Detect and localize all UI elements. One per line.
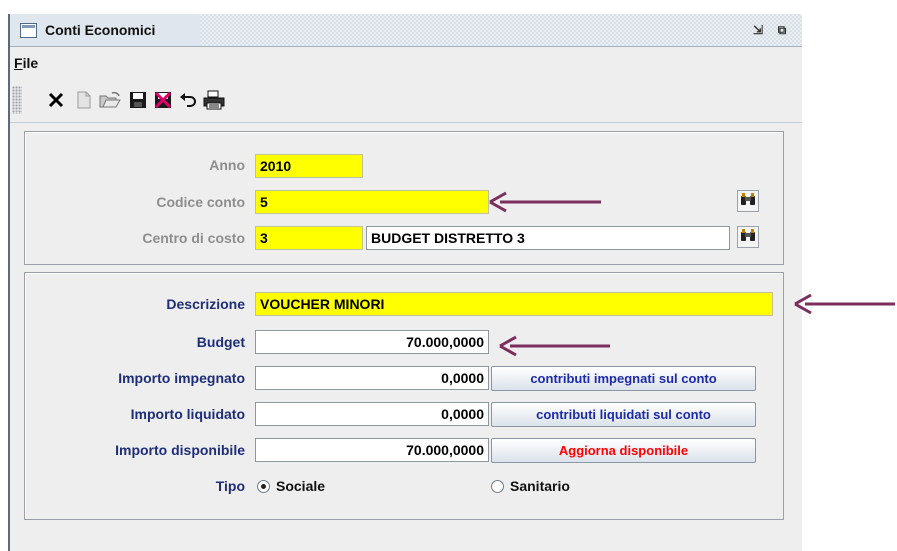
tipo-sociale-label[interactable]: Sociale <box>276 478 325 494</box>
new-document-icon[interactable] <box>72 88 96 112</box>
budget-field[interactable]: 70.000,0000 <box>255 330 489 354</box>
binoculars-icon <box>740 193 756 209</box>
window-icon <box>20 23 37 38</box>
descrizione-label: Descrizione <box>166 296 245 312</box>
aggiorna-disponibile-button[interactable]: Aggiorna disponibile <box>491 438 756 463</box>
annotation-arrow-descrizione <box>794 293 895 315</box>
save-icon[interactable] <box>126 88 150 112</box>
delete-icon[interactable] <box>151 88 175 112</box>
window-title: Conti Economici <box>45 22 156 38</box>
toolbar-grip[interactable] <box>12 86 22 114</box>
search-centro-costo-button[interactable] <box>737 226 759 248</box>
tipo-label: Tipo <box>215 478 245 494</box>
close-x-icon[interactable] <box>44 88 68 112</box>
toolbar <box>10 80 315 120</box>
search-codice-conto-button[interactable] <box>737 190 759 212</box>
centro-costo-label: Centro di costo <box>142 230 245 246</box>
importo-impegnato-field[interactable]: 0,0000 <box>255 366 489 390</box>
print-icon[interactable] <box>202 88 226 112</box>
tipo-sanitario-label[interactable]: Sanitario <box>510 478 570 494</box>
undo-icon[interactable] <box>176 88 200 112</box>
anno-field[interactable]: 2010 <box>255 154 363 178</box>
menu-bar: File <box>10 47 802 77</box>
importo-disponibile-field[interactable]: 70.000,0000 <box>255 438 489 462</box>
centro-costo-description-field[interactable]: BUDGET DISTRETTO 3 <box>366 226 730 250</box>
menu-file-mnemonic: F <box>14 55 23 71</box>
menu-file[interactable]: File <box>14 55 38 71</box>
importo-liquidato-label: Importo liquidato <box>130 406 245 422</box>
binoculars-icon <box>740 229 756 245</box>
centro-costo-code-field[interactable]: 3 <box>255 226 363 250</box>
contributi-impegnati-button[interactable]: contributi impegnati sul conto <box>491 366 756 391</box>
budget-label: Budget <box>196 334 245 350</box>
open-folder-icon[interactable] <box>98 88 122 112</box>
conti-economici-window: Conti Economici ⇲ ⧉ File Anno 2010 Codic… <box>8 14 802 551</box>
anno-label: Anno <box>209 157 245 173</box>
contributi-liquidati-button[interactable]: contributi liquidati sul conto <box>491 402 756 427</box>
menu-file-label: ile <box>22 55 39 71</box>
importo-impegnato-label: Importo impegnato <box>118 370 245 386</box>
detail-panel: Descrizione VOUCHER MINORI Budget 70.000… <box>24 272 784 520</box>
codice-conto-label: Codice conto <box>156 194 245 210</box>
descrizione-field[interactable]: VOUCHER MINORI <box>255 292 773 316</box>
title-bar[interactable]: Conti Economici ⇲ ⧉ <box>10 14 802 47</box>
importo-liquidato-field[interactable]: 0,0000 <box>255 402 489 426</box>
importo-disponibile-label: Importo disponibile <box>115 442 245 458</box>
codice-conto-field[interactable]: 5 <box>255 190 489 214</box>
toolbar-separator <box>10 122 802 123</box>
header-panel: Anno 2010 Codice conto 5 Centro di costo… <box>24 131 784 265</box>
annotation-arrow-codice <box>489 191 601 213</box>
tipo-sanitario-radio[interactable] <box>491 480 504 493</box>
tipo-sociale-radio[interactable] <box>257 480 270 493</box>
maximize-icon[interactable]: ⧉ <box>775 23 789 37</box>
restore-icon[interactable]: ⇲ <box>751 23 765 37</box>
annotation-arrow-budget <box>499 335 610 357</box>
